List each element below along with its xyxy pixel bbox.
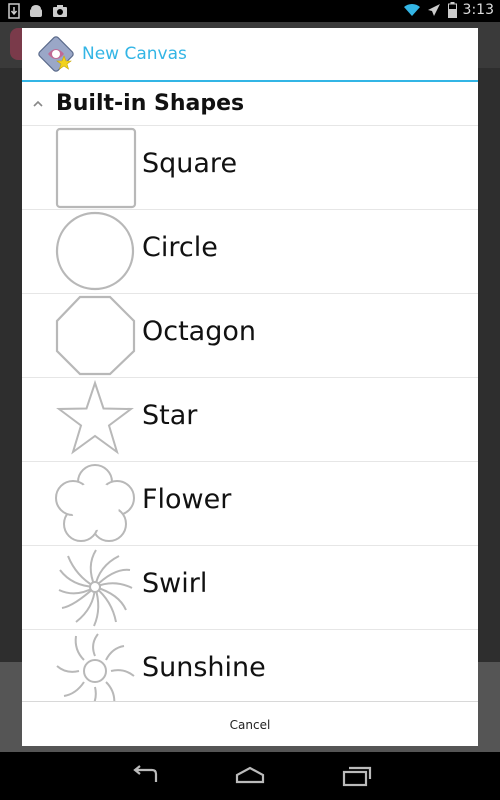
list-item-circle[interactable]: Circle bbox=[22, 209, 478, 293]
list-item-label: Square bbox=[142, 148, 238, 179]
swirl-icon bbox=[58, 549, 133, 627]
airplane-icon bbox=[427, 4, 440, 16]
app-icon bbox=[38, 36, 74, 72]
back-icon[interactable] bbox=[128, 764, 162, 788]
shape-list: Square Circle Octagon Star Flower Swirl … bbox=[22, 125, 478, 701]
chevron-up-icon bbox=[33, 100, 43, 107]
group-header[interactable]: Built-in Shapes bbox=[22, 84, 478, 128]
list-item-octagon[interactable]: Octagon bbox=[22, 293, 478, 377]
header-divider bbox=[22, 80, 478, 82]
dialog-title: New Canvas bbox=[82, 44, 187, 64]
list-item-label: Sunshine bbox=[142, 652, 266, 683]
star-icon bbox=[56, 379, 134, 455]
status-time: 3:13 bbox=[462, 2, 494, 18]
dialog-header: New Canvas bbox=[22, 28, 478, 80]
list-item-star[interactable]: Star bbox=[22, 377, 478, 461]
list-item-label: Flower bbox=[142, 484, 232, 515]
sunshine-icon bbox=[56, 633, 135, 701]
list-item-label: Circle bbox=[142, 232, 218, 263]
wifi-icon bbox=[403, 3, 420, 16]
camera-icon bbox=[53, 5, 67, 17]
list-item-label: Star bbox=[142, 400, 198, 431]
recent-apps-icon[interactable] bbox=[340, 764, 374, 788]
home-icon[interactable] bbox=[233, 764, 267, 788]
cancel-button[interactable]: Cancel bbox=[22, 702, 478, 746]
octagon-icon bbox=[55, 295, 136, 376]
new-canvas-dialog: New Canvas Built-in Shapes Square Circle… bbox=[22, 28, 478, 746]
battery-icon bbox=[447, 2, 457, 18]
list-item-sunshine[interactable]: Sunshine bbox=[22, 629, 478, 701]
dialog-footer: Cancel bbox=[22, 701, 478, 746]
flower-icon bbox=[55, 464, 135, 542]
download-icon bbox=[8, 3, 20, 19]
android-icon bbox=[30, 5, 42, 17]
list-item-square[interactable]: Square bbox=[22, 125, 478, 209]
circle-icon bbox=[55, 211, 135, 291]
list-item-swirl[interactable]: Swirl bbox=[22, 545, 478, 629]
list-item-label: Swirl bbox=[142, 568, 208, 599]
square-icon bbox=[55, 127, 137, 209]
list-item-flower[interactable]: Flower bbox=[22, 461, 478, 545]
status-bar: 3:13 bbox=[0, 0, 500, 22]
list-item-label: Octagon bbox=[142, 316, 256, 347]
navigation-bar bbox=[0, 752, 500, 800]
group-title: Built-in Shapes bbox=[56, 91, 245, 116]
